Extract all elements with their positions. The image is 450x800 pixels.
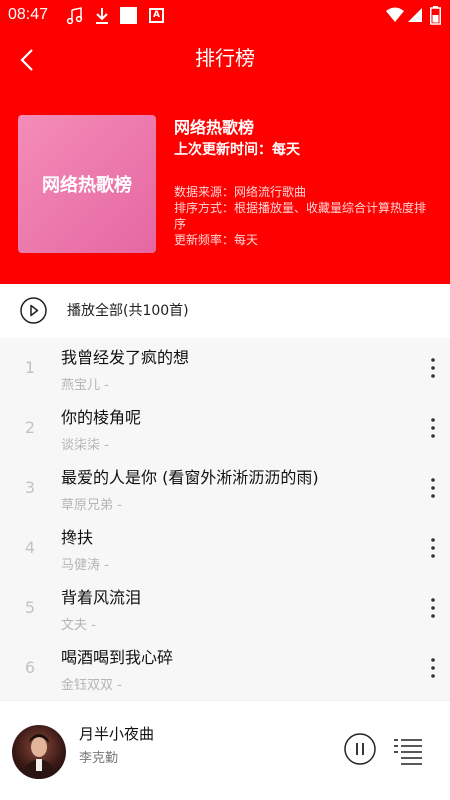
song-row[interactable]: 5 背着风流泪 文夫 -	[0, 578, 450, 638]
signal-icon	[408, 8, 422, 22]
status-time: 08:47	[8, 6, 49, 23]
album-art-figure	[22, 734, 56, 779]
playlist-icon[interactable]	[393, 737, 423, 765]
song-artist: 金钰双双 -	[61, 678, 122, 693]
cover-label: 网络热歌榜	[42, 175, 132, 196]
pause-circle-icon[interactable]	[344, 733, 376, 765]
now-playing-title: 月半小夜曲	[79, 725, 155, 743]
status-bar: 08:47 A	[0, 0, 450, 32]
meta-source: 数据来源：网络流行歌曲	[174, 185, 307, 199]
playlist-cover: 网络热歌榜	[18, 115, 156, 253]
battery-icon	[430, 6, 441, 25]
song-title: 最爱的人是你 (看窗外淅淅沥沥的雨)	[61, 468, 319, 487]
play-all-button[interactable]: 播放全部(共100首)	[0, 284, 450, 338]
song-artist: 文夫 -	[61, 618, 96, 633]
more-vertical-icon[interactable]	[422, 414, 444, 442]
song-index: 5	[24, 598, 36, 617]
now-playing-artist: 李克勤	[79, 751, 119, 766]
song-title: 搀扶	[61, 528, 94, 547]
more-vertical-icon[interactable]	[422, 474, 444, 502]
play-all-label: 播放全部(共100首)	[67, 303, 189, 319]
more-vertical-icon[interactable]	[422, 594, 444, 622]
wifi-icon	[386, 7, 404, 22]
page-title: 排行榜	[195, 46, 255, 70]
song-row[interactable]: 6 喝酒喝到我心碎 金钰双双 -	[0, 638, 450, 698]
song-index: 2	[24, 418, 36, 437]
music-note-icon	[66, 7, 83, 25]
more-vertical-icon[interactable]	[422, 534, 444, 562]
song-title: 你的棱角呢	[61, 408, 142, 427]
song-row[interactable]: 4 搀扶 马健涛 -	[0, 518, 450, 578]
notification-a-icon: A	[149, 8, 164, 23]
song-artist: 草原兄弟 -	[61, 498, 122, 513]
notification-square-icon	[120, 7, 137, 24]
chart-header: 排行榜 网络热歌榜 网络热歌榜 上次更新时间：每天 数据来源：网络流行歌曲 排序…	[0, 32, 450, 284]
meta-frequency: 更新频率：每天	[174, 233, 259, 247]
download-icon	[96, 8, 108, 24]
song-index: 1	[24, 358, 36, 377]
song-title: 喝酒喝到我心碎	[61, 648, 174, 667]
song-artist: 谈柒柒 -	[61, 438, 109, 453]
song-artist: 燕宝儿 -	[61, 378, 109, 393]
album-art[interactable]	[12, 725, 66, 779]
mini-player: 月半小夜曲 李克勤	[0, 700, 450, 800]
playlist-name: 网络热歌榜	[174, 118, 255, 137]
song-index: 6	[24, 658, 36, 677]
song-index: 3	[24, 478, 36, 497]
song-index: 4	[24, 538, 36, 557]
song-list: 1 我曾经发了疯的想 燕宝儿 - 2 你的棱角呢 谈柒柒 - 3 最爱的人是你 …	[0, 338, 450, 700]
meta-sort: 排序方式：根据播放量、收藏量综合计算热度排序	[174, 201, 427, 231]
update-info: 上次更新时间：每天	[174, 142, 300, 158]
more-vertical-icon[interactable]	[422, 354, 444, 382]
playlist-meta: 数据来源：网络流行歌曲 排序方式：根据播放量、收藏量综合计算热度排序 更新频率：…	[174, 184, 436, 248]
song-row[interactable]: 2 你的棱角呢 谈柒柒 -	[0, 398, 450, 458]
song-artist: 马健涛 -	[61, 558, 109, 573]
play-circle-icon	[20, 297, 47, 324]
song-row[interactable]: 3 最爱的人是你 (看窗外淅淅沥沥的雨) 草原兄弟 -	[0, 458, 450, 518]
song-title: 我曾经发了疯的想	[61, 348, 190, 367]
song-title: 背着风流泪	[61, 588, 142, 607]
song-row[interactable]: 1 我曾经发了疯的想 燕宝儿 -	[0, 338, 450, 398]
more-vertical-icon[interactable]	[422, 654, 444, 682]
playlist-info: 网络热歌榜 上次更新时间：每天 数据来源：网络流行歌曲 排序方式：根据播放量、收…	[174, 118, 426, 247]
